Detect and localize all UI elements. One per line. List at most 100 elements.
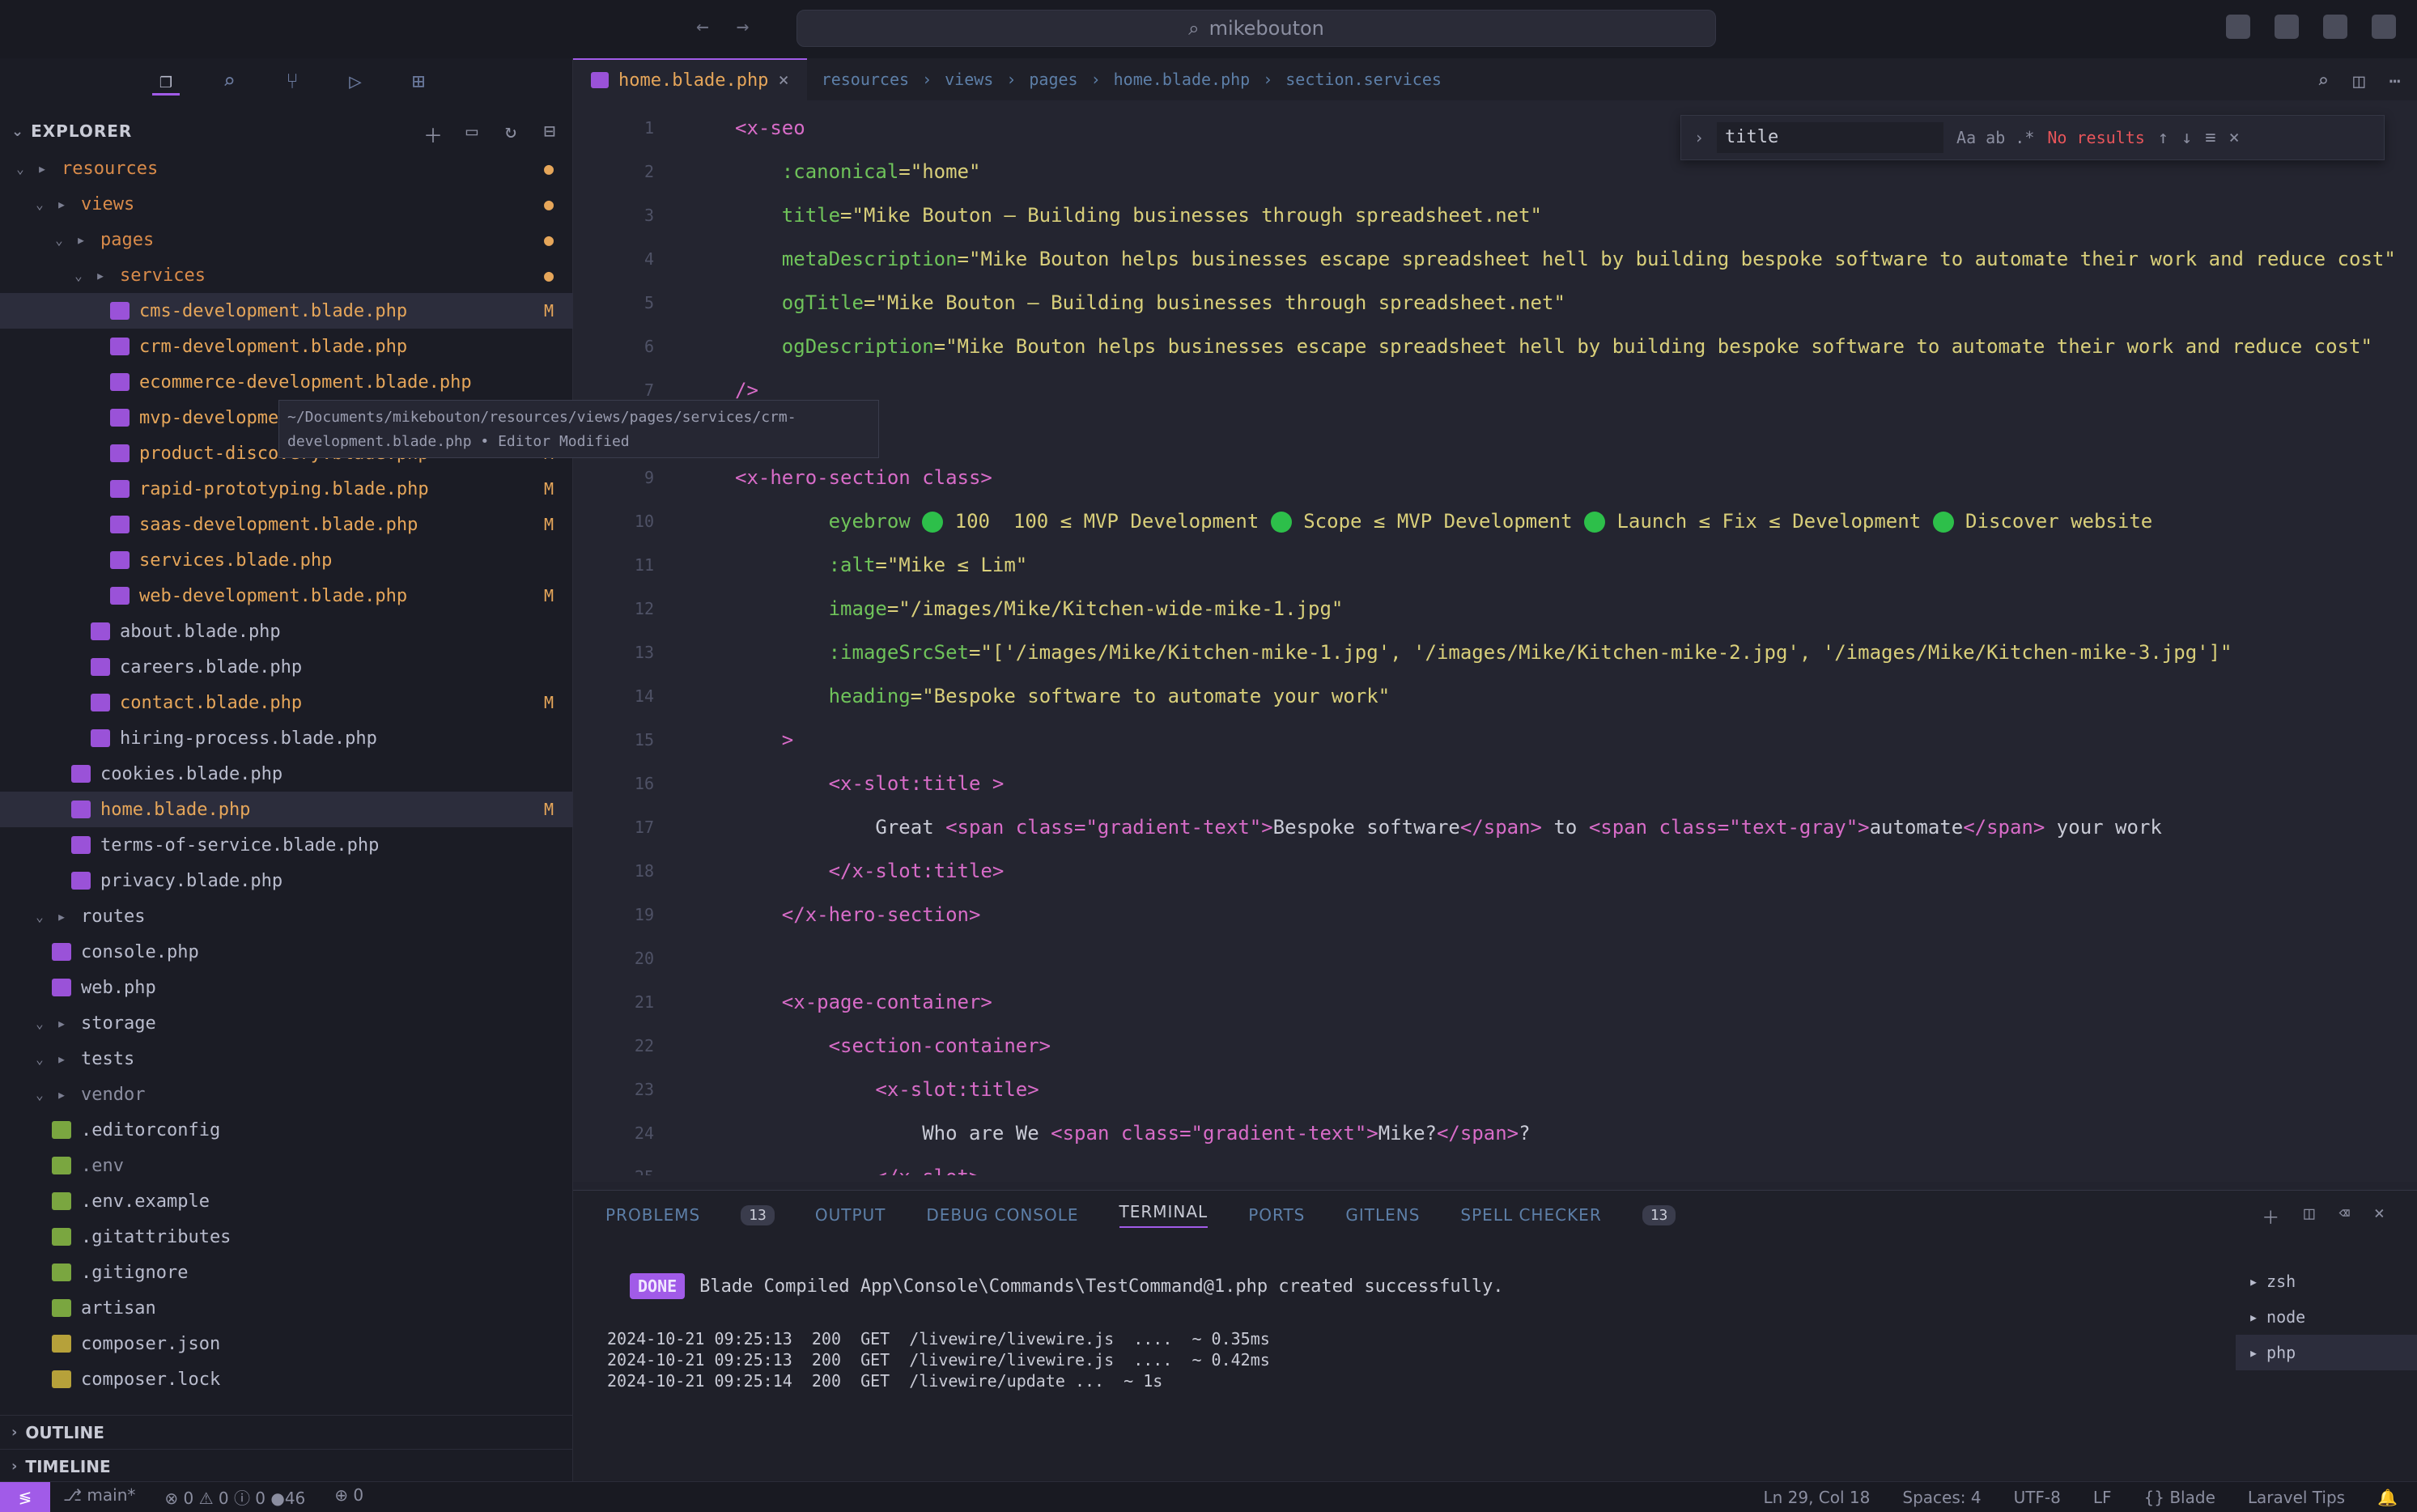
file-item[interactable]: web.php — [0, 970, 573, 1005]
extensions-icon[interactable]: ⊞ — [405, 68, 432, 96]
terminal-output[interactable]: 2024-10-21 09:25:13 200 GET /livewire/li… — [607, 1328, 1270, 1391]
toggle-sidebar-icon[interactable] — [2226, 15, 2250, 39]
tab-terminal[interactable]: TERMINAL — [1119, 1202, 1208, 1228]
file-item[interactable]: careers.blade.php — [0, 649, 573, 685]
terminal-instance[interactable]: ▸ php — [2236, 1335, 2417, 1370]
tab-ports[interactable]: PORTS — [1248, 1205, 1305, 1225]
file-item[interactable]: cms-development.blade.php M — [0, 293, 573, 329]
files-icon[interactable]: ❐ — [152, 68, 180, 96]
source-control-icon[interactable]: ⑂ — [278, 68, 306, 96]
terminal-instance[interactable]: ▸ zsh — [2236, 1264, 2417, 1299]
tab-gitlens[interactable]: GITLENS — [1345, 1205, 1420, 1225]
more-actions-icon[interactable]: ⋯ — [2389, 70, 2401, 92]
cursor-position[interactable]: Ln 29, Col 18 — [1763, 1488, 1870, 1507]
file-item[interactable]: terms-of-service.blade.php — [0, 827, 573, 863]
command-center[interactable]: ⌕ mikebouton — [796, 10, 1716, 47]
file-item[interactable]: crm-development.blade.php — [0, 329, 573, 364]
toggle-panel-icon[interactable] — [2275, 15, 2299, 39]
token: automate — [1869, 816, 1964, 839]
folder-item[interactable]: ⌄ ▸ vendor — [0, 1077, 573, 1112]
code-line: 20 — [573, 937, 2417, 979]
close-icon[interactable]: × — [778, 70, 788, 91]
find-in-selection-icon[interactable]: ≡ — [2205, 128, 2215, 148]
file-item[interactable]: about.blade.php — [0, 614, 573, 649]
forward-button[interactable]: → — [737, 15, 750, 39]
tab-problems[interactable]: PROBLEMS — [605, 1205, 700, 1225]
collapse-all-icon[interactable]: ⊟ — [538, 120, 561, 148]
close-icon[interactable]: × — [2374, 1204, 2385, 1230]
toggle-replace-chevron-icon[interactable]: › — [1694, 128, 1704, 147]
tab-output[interactable]: OUTPUT — [815, 1205, 886, 1225]
folder-icon: ▸ — [56, 1049, 67, 1068]
file-item[interactable]: privacy.blade.php — [0, 863, 573, 898]
ports-indicator[interactable]: ⊕ 0 — [334, 1485, 363, 1509]
new-terminal-icon[interactable]: ＋ — [2262, 1204, 2279, 1230]
split-terminal-icon[interactable]: ◫ — [2304, 1204, 2314, 1230]
customize-layout-icon[interactable] — [2372, 15, 2396, 39]
file-item[interactable]: .editorconfig — [0, 1112, 573, 1148]
remote-indicator[interactable]: ≶ — [0, 1481, 50, 1512]
new-folder-icon[interactable]: ▭ — [461, 120, 483, 148]
file-item[interactable]: console.php — [0, 934, 573, 970]
find-input[interactable]: title — [1717, 122, 1944, 153]
toggle-secondary-sidebar-icon[interactable] — [2323, 15, 2347, 39]
problems-indicator[interactable]: ⊗ 0 ⚠ 0 ⓘ 0 ●46 — [164, 1485, 305, 1509]
next-match-icon[interactable]: ↓ — [2181, 128, 2192, 148]
indentation[interactable]: Spaces: 4 — [1902, 1488, 1981, 1507]
bell-icon[interactable]: 🔔 — [2377, 1488, 2398, 1507]
find-options[interactable]: Aa ab .* — [1956, 128, 2034, 147]
terminal-icon: ▸ — [2249, 1307, 2259, 1327]
tab-spell-checker[interactable]: SPELL CHECKER — [1460, 1205, 1601, 1225]
terminal-instance[interactable]: ▸ node — [2236, 1299, 2417, 1335]
search-icon[interactable]: ⌕ — [2317, 70, 2329, 92]
new-file-icon[interactable]: ＋ — [422, 120, 444, 148]
close-icon[interactable]: × — [2229, 128, 2240, 148]
breadcrumb-item[interactable]: section.services — [1285, 70, 1442, 89]
end-of-line[interactable]: LF — [2093, 1488, 2112, 1507]
language-mode[interactable]: {} Blade — [2144, 1488, 2215, 1507]
file-item[interactable]: .gitattributes — [0, 1219, 573, 1255]
file-item[interactable]: rapid-prototyping.blade.php M — [0, 471, 573, 507]
file-item[interactable]: cookies.blade.php — [0, 756, 573, 792]
file-item[interactable]: .gitignore — [0, 1255, 573, 1290]
file-item[interactable]: saas-development.blade.php M — [0, 507, 573, 542]
file-item[interactable]: composer.json — [0, 1326, 573, 1361]
encoding[interactable]: UTF-8 — [2014, 1488, 2061, 1507]
folder-item[interactable]: ⌄ ▸ services ● — [0, 257, 573, 293]
file-item[interactable]: contact.blade.php M — [0, 685, 573, 720]
file-item[interactable]: artisan — [0, 1290, 573, 1326]
split-editor-icon[interactable]: ◫ — [2353, 70, 2364, 92]
folder-item[interactable]: ⌄ ▸ storage — [0, 1005, 573, 1041]
search-icon[interactable]: ⌕ — [215, 68, 243, 96]
file-item[interactable]: ecommerce-development.blade.php — [0, 364, 573, 400]
file-item[interactable]: hiring-process.blade.php — [0, 720, 573, 756]
breadcrumb-item[interactable]: resources — [822, 70, 909, 89]
file-item[interactable]: composer.lock — [0, 1361, 573, 1397]
previous-match-icon[interactable]: ↑ — [2158, 128, 2169, 148]
folder-item[interactable]: ⌄ ▸ resources ● — [0, 151, 573, 186]
file-item[interactable]: .env — [0, 1148, 573, 1183]
token: </x-slot> — [735, 1166, 980, 1175]
folder-item[interactable]: ⌄ ▸ pages ● — [0, 222, 573, 257]
breadcrumb-item[interactable]: pages — [1029, 70, 1077, 89]
extension-status[interactable]: Laravel Tips — [2248, 1488, 2345, 1507]
run-debug-icon[interactable]: ▷ — [342, 68, 369, 96]
file-item[interactable]: web-development.blade.php M — [0, 578, 573, 614]
breadcrumb-item[interactable]: views — [945, 70, 993, 89]
trash-icon[interactable]: ⌫ — [2339, 1204, 2350, 1230]
breadcrumb-item[interactable]: home.blade.php — [1114, 70, 1251, 89]
back-button[interactable]: ← — [696, 15, 709, 39]
folder-item[interactable]: ⌄ ▸ tests — [0, 1041, 573, 1077]
refresh-icon[interactable]: ↻ — [499, 120, 522, 148]
tab-debug-console[interactable]: DEBUG CONSOLE — [926, 1205, 1078, 1225]
tab-home-blade[interactable]: home.blade.php × — [573, 58, 807, 100]
timeline-section[interactable]: › TIMELINE — [0, 1449, 573, 1483]
file-item[interactable]: services.blade.php — [0, 542, 573, 578]
branch-indicator[interactable]: ⎇ main* — [63, 1485, 135, 1509]
folder-item[interactable]: ⌄ ▸ routes — [0, 898, 573, 934]
file-item[interactable]: .env.example — [0, 1183, 573, 1219]
outline-section[interactable]: › OUTLINE — [0, 1415, 573, 1449]
file-item[interactable]: home.blade.php M — [0, 792, 573, 827]
folder-item[interactable]: ⌄ ▸ views ● — [0, 186, 573, 222]
code-editor[interactable]: 1 <x-seo 2 :canonical="home" 3 title="Mike … — [573, 107, 2417, 1175]
